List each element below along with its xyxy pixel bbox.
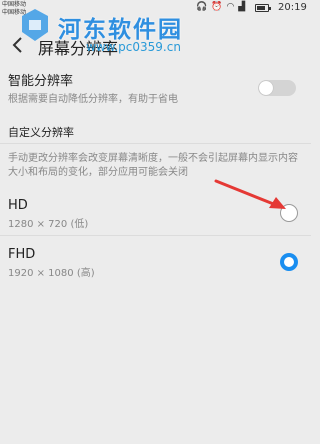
smart-resolution-title: 智能分辨率 [8, 74, 74, 89]
section-divider [0, 143, 311, 144]
battery-level-fill [257, 6, 265, 10]
alarm-icon: ⏰ [211, 2, 223, 12]
option-detail: 1280 × 720 (低) [8, 219, 89, 230]
status-icons: 🎧 ⏰ ◠ ▟ [196, 2, 245, 12]
headset-icon: 🎧 [196, 2, 208, 12]
wifi-icon: ◠ [226, 2, 235, 12]
watermark-url: www.pc0359.cn [86, 40, 181, 54]
smart-resolution-row[interactable]: 智能分辨率 根据需要自动降低分辨率，有助于省电 [0, 64, 311, 110]
custom-resolution-description: 手动更改分辨率会改变屏幕清晰度，一般不会引起屏幕内显示内容大小和布局的变化，部分… [8, 153, 298, 178]
watermark-name: 河东软件园 [58, 17, 183, 43]
toggle-knob [259, 81, 273, 95]
status-clock: 20:19 [278, 2, 307, 13]
battery-icon [255, 4, 271, 12]
option-divider [0, 235, 311, 236]
option-label: FHD [8, 247, 36, 262]
option-radio-fhd[interactable] [280, 253, 298, 271]
resolution-option-fhd[interactable]: FHD 1920 × 1080 (高) [0, 239, 311, 281]
smart-resolution-description: 根据需要自动降低分辨率，有助于省电 [8, 94, 178, 105]
option-detail: 1920 × 1080 (高) [8, 268, 95, 279]
annotation-arrow-icon [214, 179, 286, 209]
custom-resolution-section-header: 自定义分辨率 [8, 126, 74, 139]
signal-icon: ▟ [238, 2, 246, 12]
watermark-logo-icon [22, 9, 48, 41]
option-label: HD [8, 198, 28, 213]
smart-resolution-toggle[interactable] [258, 80, 296, 96]
